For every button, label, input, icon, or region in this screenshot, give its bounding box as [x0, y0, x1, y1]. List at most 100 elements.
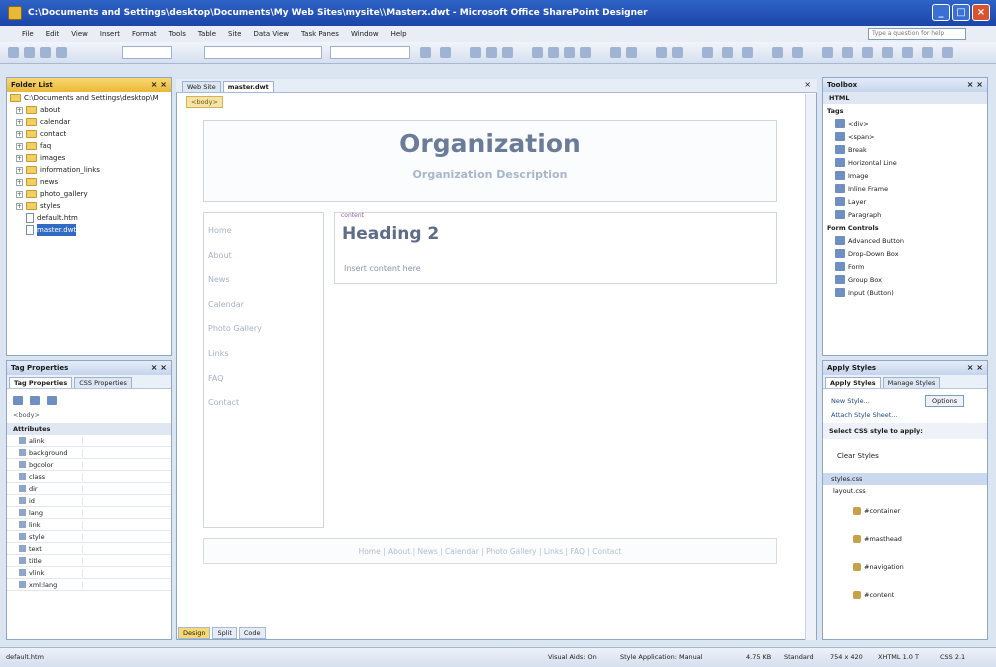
- open-icon[interactable]: [24, 47, 35, 58]
- footer-region[interactable]: Home | About | News | Calendar | Photo G…: [203, 538, 777, 564]
- toolbox-section-html[interactable]: HTML: [823, 92, 987, 104]
- layer-icon[interactable]: [792, 47, 803, 58]
- toolbox-item[interactable]: Drop-Down Box: [823, 247, 987, 260]
- nav-link[interactable]: Photo Gallery: [204, 317, 323, 342]
- style-item[interactable]: #container: [823, 497, 987, 525]
- show-set-icon[interactable]: [47, 395, 57, 405]
- toolbox-item[interactable]: <span>: [823, 130, 987, 143]
- attribute-row[interactable]: dir: [7, 483, 171, 495]
- nav-link[interactable]: Calendar: [204, 293, 323, 318]
- toolbox-item[interactable]: Form: [823, 260, 987, 273]
- attribute-row[interactable]: background: [7, 447, 171, 459]
- expand-icon[interactable]: +: [16, 118, 23, 126]
- attribute-row[interactable]: text: [7, 543, 171, 555]
- close-document-icon[interactable]: ×: [804, 80, 811, 89]
- attribute-row[interactable]: title: [7, 555, 171, 567]
- toolbox-item[interactable]: Layer: [823, 195, 987, 208]
- insert-image-icon[interactable]: [822, 47, 833, 58]
- toolbox-item[interactable]: Paragraph: [823, 208, 987, 221]
- tab-css-properties[interactable]: CSS Properties: [74, 377, 132, 388]
- content-placeholder-text[interactable]: Insert content here: [344, 264, 421, 273]
- highlight-icon[interactable]: [722, 47, 733, 58]
- sort-icon[interactable]: [13, 395, 23, 405]
- expand-icon[interactable]: +: [16, 166, 23, 174]
- tab-master-dwt[interactable]: master.dwt: [222, 81, 274, 92]
- menu-item[interactable]: Edit: [46, 30, 60, 38]
- menu-item[interactable]: Window: [351, 30, 379, 38]
- content-region[interactable]: [334, 212, 777, 284]
- table-icon[interactable]: [772, 47, 783, 58]
- zoom-icon[interactable]: [902, 47, 913, 58]
- italic-icon[interactable]: [486, 47, 497, 58]
- menu-item[interactable]: View: [71, 30, 88, 38]
- menu-item[interactable]: Data View: [253, 30, 289, 38]
- expand-icon[interactable]: +: [16, 130, 23, 138]
- categorize-icon[interactable]: [30, 395, 40, 405]
- help-search-input[interactable]: Type a question for help: [868, 28, 966, 40]
- tab-manage-styles[interactable]: Manage Styles: [882, 377, 941, 388]
- style-item[interactable]: #content: [823, 581, 987, 609]
- panel-close-icon[interactable]: × ×: [151, 361, 167, 375]
- tab-web-site[interactable]: Web Site: [182, 81, 221, 92]
- panel-close-icon[interactable]: × ×: [151, 78, 167, 92]
- nav-link[interactable]: Links: [204, 342, 323, 367]
- toolbox-item[interactable]: Image: [823, 169, 987, 182]
- toolbox-item[interactable]: Group Box: [823, 273, 987, 286]
- expand-icon[interactable]: +: [16, 202, 23, 210]
- publish-icon[interactable]: [56, 47, 67, 58]
- navigation-region[interactable]: Home About News Calendar Photo Gallery Links F…: [203, 212, 324, 528]
- menu-item[interactable]: Format: [132, 30, 157, 38]
- font-dropdown[interactable]: [204, 46, 322, 59]
- spelling-icon[interactable]: [882, 47, 893, 58]
- numbering-icon[interactable]: [610, 47, 621, 58]
- folder-item[interactable]: + styles: [7, 200, 171, 212]
- folder-item[interactable]: + faq: [7, 140, 171, 152]
- undo-icon[interactable]: [420, 47, 431, 58]
- toolbox-form-header[interactable]: Form Controls: [823, 221, 987, 234]
- align-right-icon[interactable]: [564, 47, 575, 58]
- font-size-dropdown[interactable]: [330, 46, 410, 59]
- clear-styles-item[interactable]: Clear Styles: [823, 439, 987, 473]
- align-left-icon[interactable]: [532, 47, 543, 58]
- redo-icon[interactable]: [440, 47, 451, 58]
- document-scrollbar[interactable]: [805, 94, 816, 640]
- status-dimensions[interactable]: 754 x 420: [830, 648, 863, 666]
- nav-link[interactable]: Home: [204, 219, 323, 244]
- outdent-icon[interactable]: [656, 47, 667, 58]
- expand-icon[interactable]: +: [16, 190, 23, 198]
- find-icon[interactable]: [922, 47, 933, 58]
- expand-icon[interactable]: +: [16, 106, 23, 114]
- nav-link[interactable]: FAQ: [204, 367, 323, 392]
- menu-item[interactable]: Task Panes: [301, 30, 339, 38]
- folder-item[interactable]: + contact: [7, 128, 171, 140]
- attribute-row[interactable]: lang: [7, 507, 171, 519]
- panel-close-icon[interactable]: × ×: [967, 78, 983, 92]
- options-button[interactable]: Options: [925, 395, 965, 407]
- more-tools-icon[interactable]: [942, 47, 953, 58]
- style-item[interactable]: #masthead: [823, 525, 987, 553]
- sub-stylesheet-item[interactable]: layout.css: [823, 485, 987, 497]
- new-style-link[interactable]: New Style...: [831, 397, 870, 405]
- toolbox-item[interactable]: Inline Frame: [823, 182, 987, 195]
- style-item[interactable]: #navigation: [823, 553, 987, 581]
- attribute-row[interactable]: xml:lang: [7, 579, 171, 591]
- menu-item[interactable]: Site: [228, 30, 241, 38]
- close-button[interactable]: ×: [972, 4, 990, 21]
- folder-item[interactable]: + information_links: [7, 164, 171, 176]
- bold-icon[interactable]: [470, 47, 481, 58]
- content-heading[interactable]: Heading 2: [342, 224, 439, 244]
- attach-style-sheet-link[interactable]: Attach Style Sheet...: [831, 411, 898, 419]
- indent-icon[interactable]: [672, 47, 683, 58]
- attribute-row[interactable]: alink: [7, 435, 171, 447]
- new-page-icon[interactable]: [8, 47, 19, 58]
- file-item[interactable]: master.dwt: [7, 224, 171, 236]
- tree-root[interactable]: C:\Documents and Settings\desktop\M: [7, 92, 171, 104]
- attribute-row[interactable]: vlink: [7, 567, 171, 579]
- justify-icon[interactable]: [580, 47, 591, 58]
- font-color-icon[interactable]: [742, 47, 753, 58]
- tab-design[interactable]: Design: [178, 627, 211, 639]
- borders-icon[interactable]: [702, 47, 713, 58]
- panel-close-icon[interactable]: × ×: [967, 361, 983, 375]
- menu-item[interactable]: Help: [391, 30, 407, 38]
- tab-code[interactable]: Code: [238, 627, 266, 639]
